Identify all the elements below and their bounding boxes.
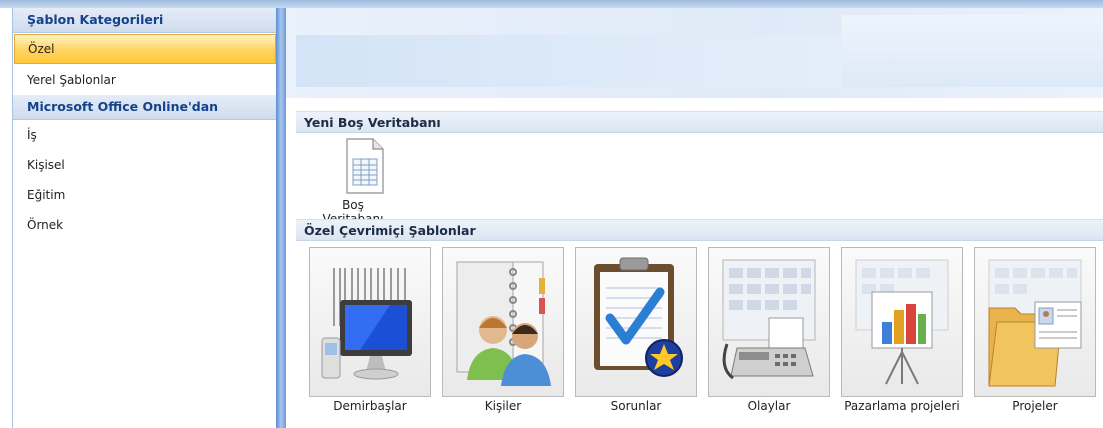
contacts-icon — [442, 247, 564, 397]
category-item-personal[interactable]: Kişisel — [13, 150, 277, 180]
issues-icon — [575, 247, 697, 397]
template-label-events: Olaylar — [747, 399, 791, 413]
template-tile-contacts[interactable]: Kişiler — [442, 247, 564, 413]
blank-database-tile[interactable]: Boş Veritabanı — [312, 137, 422, 226]
category-header: Şablon Kategorileri — [13, 8, 277, 33]
marketing-projects-icon — [841, 247, 963, 397]
template-categories-pane: Şablon Kategorileri Özel Yerel Şablonlar… — [12, 8, 277, 428]
category-item-sample[interactable]: Örnek — [13, 210, 277, 240]
template-tile-issues[interactable]: Sorunlar — [575, 247, 697, 413]
category-item-education[interactable]: Eğitim — [13, 180, 277, 210]
template-tile-assets[interactable]: Demirbaşlar — [309, 247, 431, 413]
template-label-issues: Sorunlar — [610, 399, 662, 413]
blank-database-icon — [343, 137, 387, 195]
template-label-assets: Demirbaşlar — [333, 399, 407, 413]
events-icon — [708, 247, 830, 397]
assets-icon — [309, 247, 431, 397]
template-label-projects: Projeler — [1012, 399, 1058, 413]
template-tile-events[interactable]: Olaylar — [708, 247, 830, 413]
category-item-custom[interactable]: Özel — [14, 34, 276, 64]
category-item-business[interactable]: İş — [13, 120, 277, 150]
window-top-border — [0, 0, 1103, 8]
category-item-local-templates[interactable]: Yerel Şablonlar — [13, 65, 277, 95]
projects-icon — [974, 247, 1096, 397]
template-label-marketing-projects: Pazarlama projeleri — [844, 399, 960, 413]
section-featured-online-templates: Özel Çevrimiçi Şablonlar — [296, 219, 1103, 241]
online-category-header: Microsoft Office Online'dan — [13, 95, 277, 120]
template-label-contacts: Kişiler — [484, 399, 522, 413]
section-new-blank-database: Yeni Boş Veritabanı — [296, 111, 1103, 133]
banner-highlight — [842, 15, 1103, 87]
template-tile-marketing-projects[interactable]: Pazarlama projeleri — [841, 247, 963, 413]
pane-splitter[interactable] — [276, 8, 286, 428]
banner-panel — [296, 35, 842, 87]
template-tile-projects[interactable]: Projeler — [974, 247, 1096, 413]
